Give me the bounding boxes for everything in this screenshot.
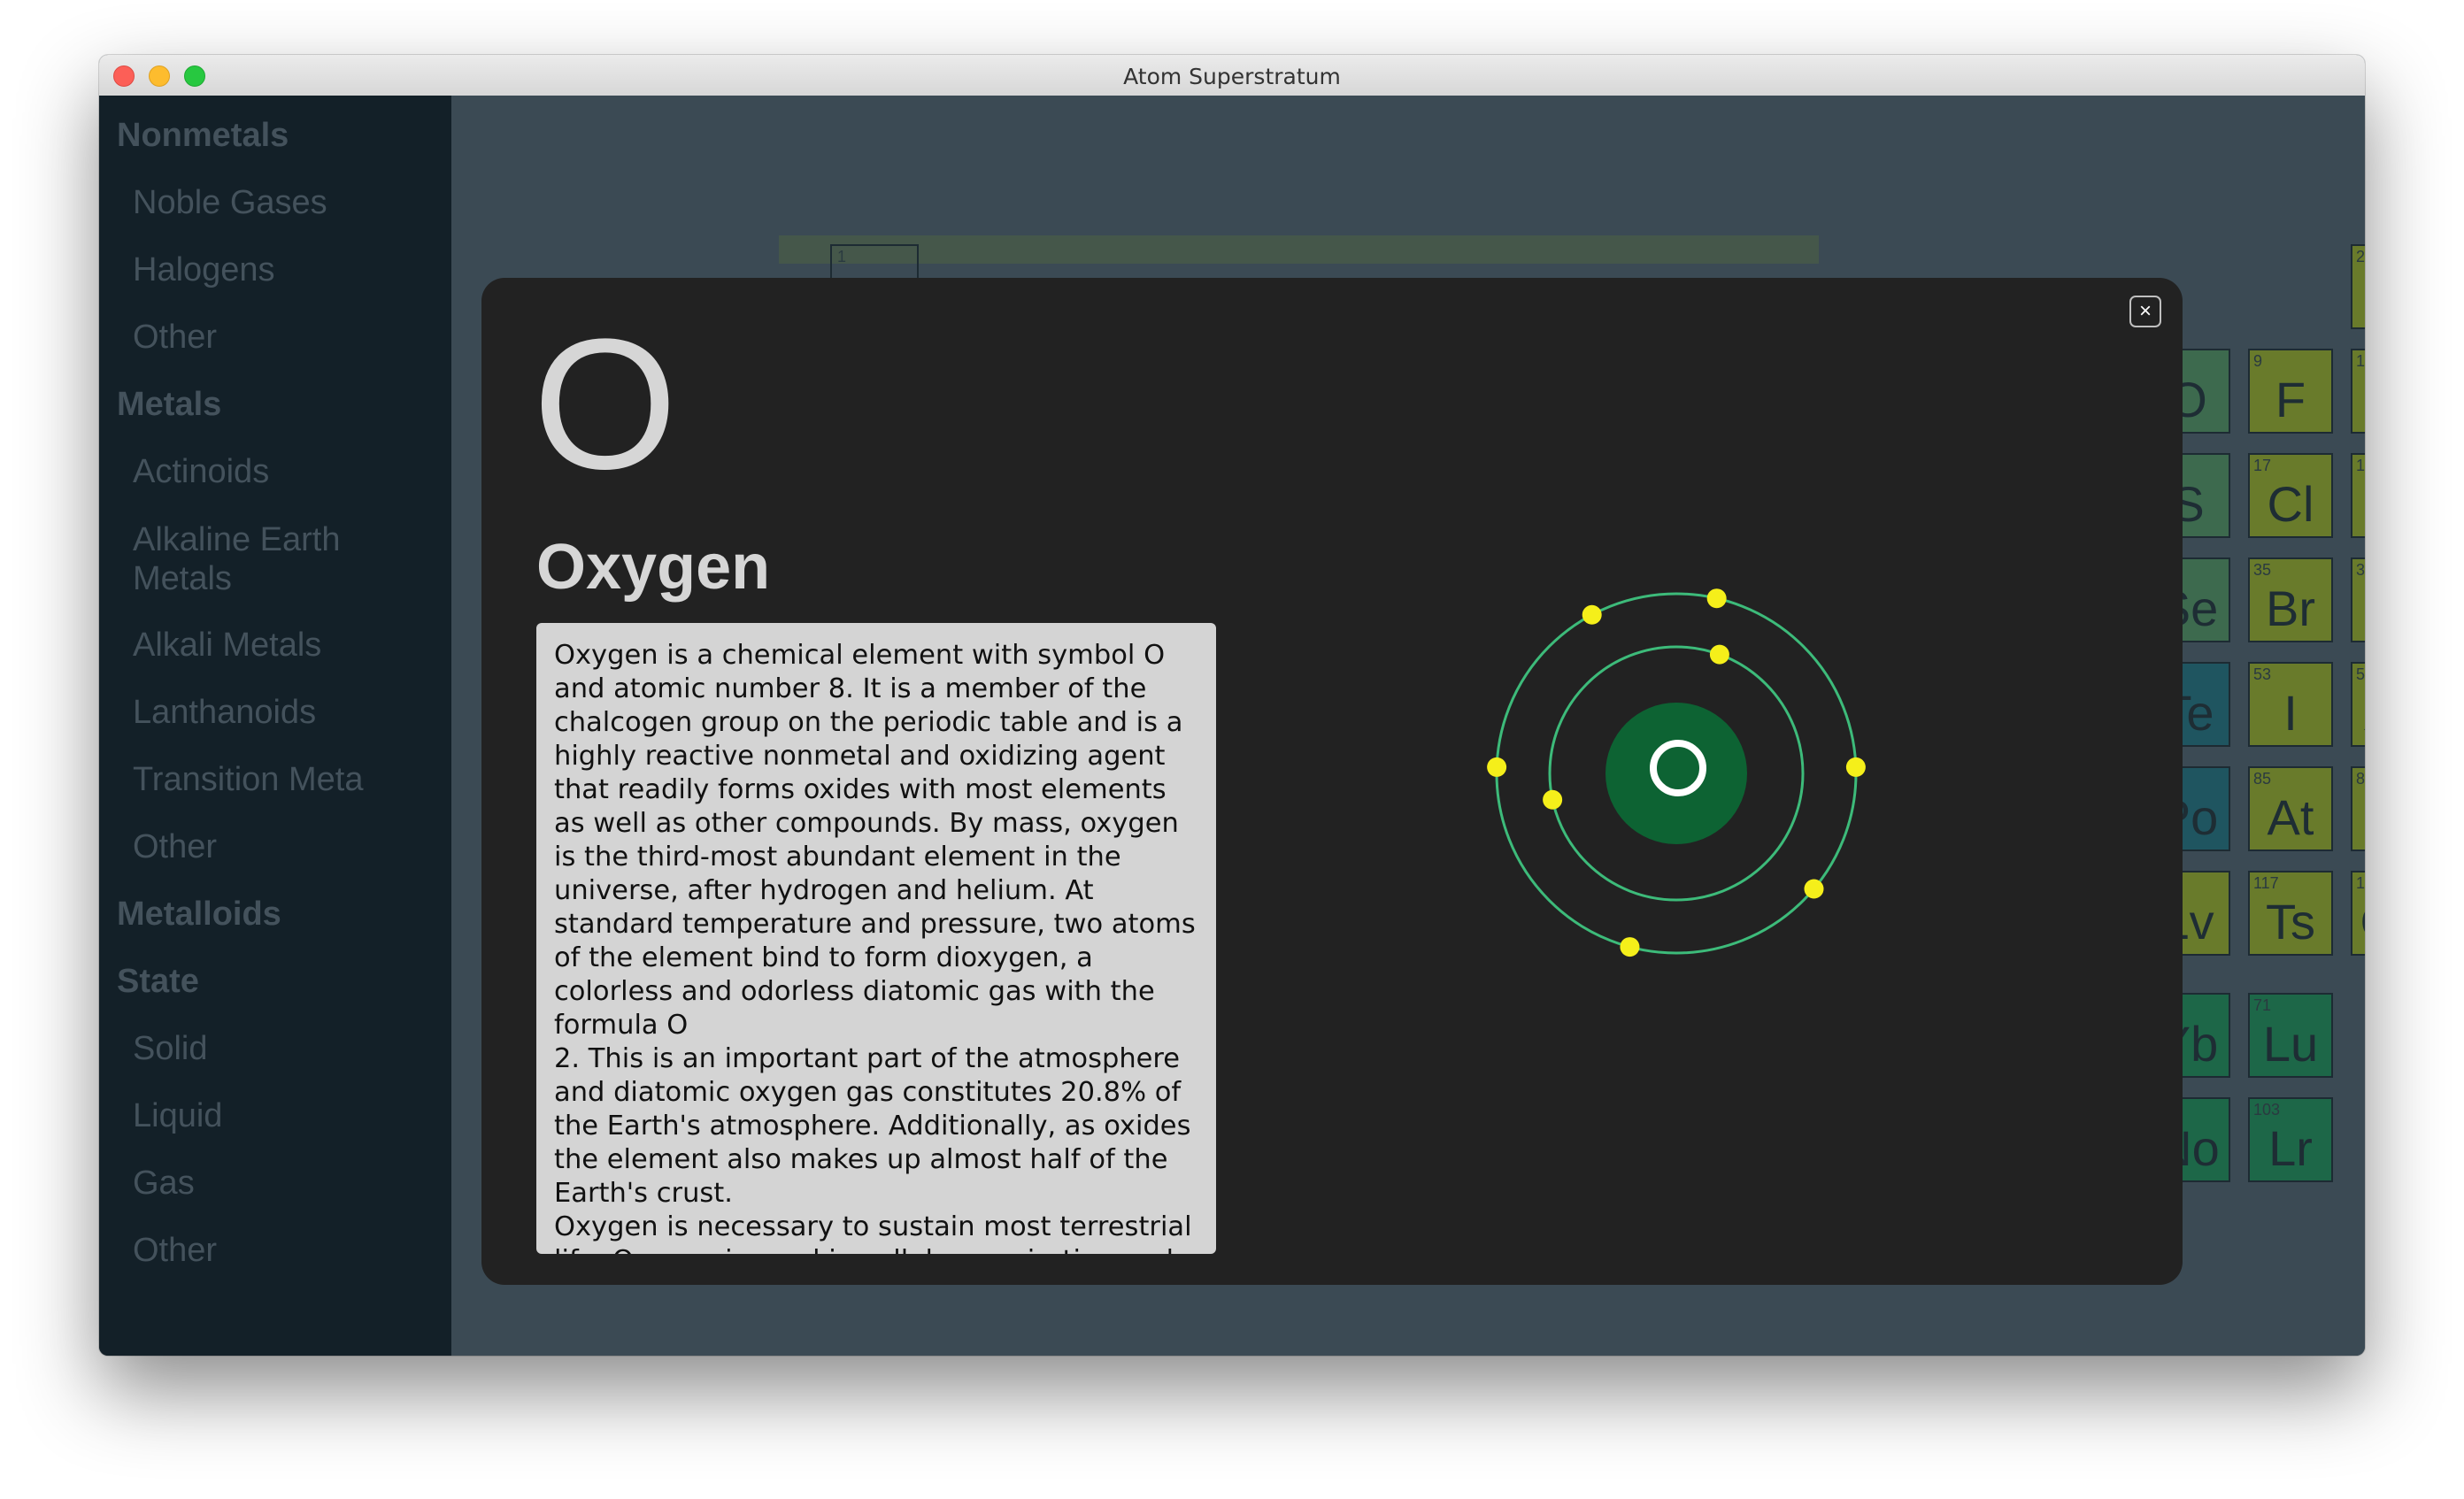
element-tile[interactable]: 53 I: [2248, 662, 2333, 747]
element-tile[interactable]: 10Ne: [2351, 349, 2365, 434]
sidebar-item-gas[interactable]: Gas: [133, 1165, 195, 1203]
sidebar-heading-metalloids[interactable]: Metalloids: [117, 896, 281, 934]
element-tile[interactable]: 103 Lr: [2248, 1097, 2333, 1182]
element-tile[interactable]: 118Og: [2351, 871, 2365, 956]
sidebar-item-alkali-metals[interactable]: Alkali Metals: [133, 627, 321, 665]
element-tile[interactable]: 17 Cl: [2248, 453, 2333, 538]
element-description-text: Oxygen is a chemical element with symbol…: [554, 640, 1196, 1254]
electron: [1582, 604, 1602, 625]
sidebar-item-state-other[interactable]: Other: [133, 1232, 217, 1270]
electron: [1543, 789, 1563, 810]
electron: [1709, 644, 1729, 665]
close-modal-button[interactable]: ×: [2129, 296, 2161, 327]
electron: [1804, 879, 1824, 899]
sidebar-item-nonmetals-other[interactable]: Other: [133, 319, 217, 357]
sidebar-item-alkaline-earth-metals[interactable]: Alkaline Earth Metals: [133, 520, 340, 598]
table-background-band: [779, 235, 1819, 264]
sidebar-item-liquid[interactable]: Liquid: [133, 1097, 222, 1135]
electron: [1845, 757, 1866, 777]
element-symbol: O: [533, 300, 678, 508]
element-tile[interactable]: 1: [830, 244, 919, 281]
title-bar: Atom Superstratum: [99, 55, 2365, 96]
sidebar-item-transition-metals[interactable]: Transition Meta: [133, 761, 363, 799]
element-tile[interactable]: 86Rn: [2351, 766, 2365, 851]
element-tile[interactable]: 85 At: [2248, 766, 2333, 851]
element-tile[interactable]: 54Xe: [2351, 662, 2365, 747]
sidebar-item-noble-gases[interactable]: Noble Gases: [133, 184, 327, 222]
sidebar-heading-state[interactable]: State: [117, 963, 199, 1001]
sidebar-item-solid[interactable]: Solid: [133, 1030, 208, 1068]
sidebar-item-lanthanoids[interactable]: Lanthanoids: [133, 694, 316, 732]
electron: [1487, 757, 1507, 777]
sidebar-item-metals-other[interactable]: Other: [133, 828, 217, 866]
element-tile[interactable]: 71 Lu: [2248, 993, 2333, 1078]
element-name: Oxygen: [536, 532, 771, 603]
bohr-atom-diagram: [1487, 588, 1866, 957]
element-tile[interactable]: 9F: [2248, 349, 2333, 434]
element-detail-modal: × O Oxygen Oxygen is a chemical element …: [481, 278, 2183, 1285]
sidebar-heading-metals[interactable]: Metals: [117, 386, 221, 424]
element-tile[interactable]: 2He: [2351, 244, 2365, 329]
electron: [1706, 588, 1727, 609]
sidebar-item-actinoids[interactable]: Actinoids: [133, 453, 269, 491]
element-description-panel[interactable]: Oxygen is a chemical element with symbol…: [536, 623, 1216, 1254]
element-tile[interactable]: 35 Br: [2248, 557, 2333, 642]
electron: [1620, 937, 1640, 957]
element-tile[interactable]: 18Ar: [2351, 453, 2365, 538]
nucleus: [1605, 703, 1747, 844]
window-title: Atom Superstratum: [1123, 64, 1341, 89]
sidebar: Nonmetals Noble Gases Halogens Other Met…: [99, 96, 451, 1356]
element-tile[interactable]: 117 Ts: [2248, 871, 2333, 956]
app-window: Atom Superstratum Nonmetals Noble Gases …: [99, 55, 2365, 1356]
sidebar-item-halogens[interactable]: Halogens: [133, 251, 275, 289]
element-tile[interactable]: 36Kr: [2351, 557, 2365, 642]
sidebar-heading-nonmetals[interactable]: Nonmetals: [117, 117, 289, 155]
